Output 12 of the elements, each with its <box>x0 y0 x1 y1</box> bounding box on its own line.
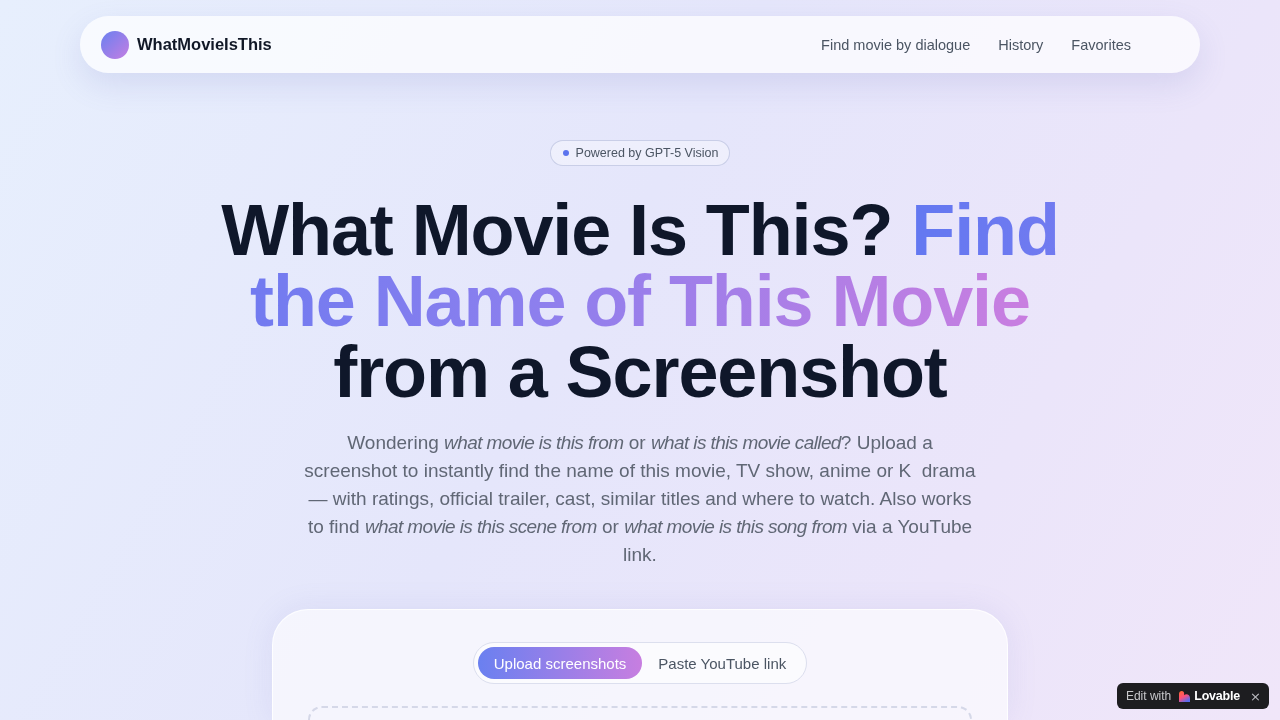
heart-logo-icon <box>1179 690 1191 702</box>
badge-text: Powered by GPT-5 Vision <box>575 146 719 160</box>
logo-link[interactable]: WhatMovieIsThis <box>137 35 272 54</box>
status-dot-icon <box>562 150 569 156</box>
nav-link[interactable]: Favorites <box>1071 36 1131 53</box>
edit-with-lovable-link[interactable]: Edit with Lovable <box>1125 689 1241 703</box>
nav-link[interactable]: Find movie by dialogue <box>821 36 971 53</box>
logo-icon[interactable] <box>101 30 129 59</box>
intro-paragraph: Wondering what movie is this from or what is this movie called? Upload a screenshot to instantly find the name of this movie, TV show, anime or K drama — with ratings, official trailer, cast, similar titles and where to watch. Also works to find what movie is this scene from or what movie is this song from via a YouTube link. <box>303 431 977 567</box>
nav-link[interactable]: History <box>998 36 1044 53</box>
tab[interactable]: Paste YouTube link <box>642 647 803 679</box>
close-button[interactable]: × <box>1250 689 1261 703</box>
